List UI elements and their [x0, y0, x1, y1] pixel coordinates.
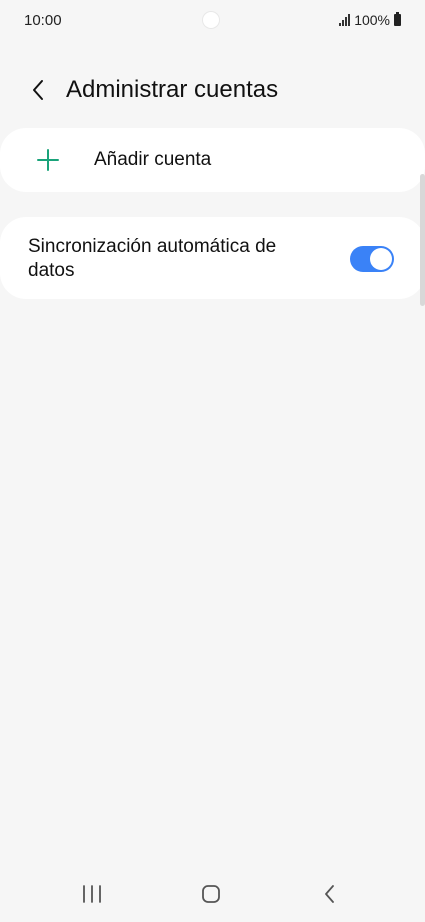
plus-icon [37, 149, 59, 171]
system-back-button[interactable] [310, 878, 350, 910]
screen: 10:00 100% Administrar cuentas Añadir cu… [0, 0, 425, 922]
back-button[interactable] [18, 70, 58, 110]
status-bar: 10:00 100% [0, 0, 425, 40]
home-icon [202, 885, 220, 903]
status-indicators: 100% [339, 12, 401, 28]
battery-percent: 100% [354, 12, 390, 28]
auto-sync-label: Sincronización automática de datos [28, 236, 277, 281]
add-account-item[interactable]: Añadir cuenta [0, 128, 425, 192]
home-button[interactable] [191, 878, 231, 910]
recent-apps-button[interactable] [72, 878, 112, 910]
status-time: 10:00 [24, 12, 62, 29]
add-account-label: Añadir cuenta [94, 149, 212, 170]
scrollbar[interactable] [420, 174, 425, 306]
back-icon [325, 885, 334, 903]
chevron-left-icon [33, 80, 43, 100]
signal-icon [339, 14, 351, 26]
header: Administrar cuentas [0, 64, 425, 116]
auto-sync-toggle[interactable] [350, 246, 394, 272]
navigation-bar [0, 870, 425, 918]
battery-icon [394, 12, 401, 26]
front-camera [203, 12, 219, 28]
toggle-knob [370, 248, 392, 270]
page-title: Administrar cuentas [66, 76, 279, 103]
recent-apps-icon [83, 885, 101, 903]
